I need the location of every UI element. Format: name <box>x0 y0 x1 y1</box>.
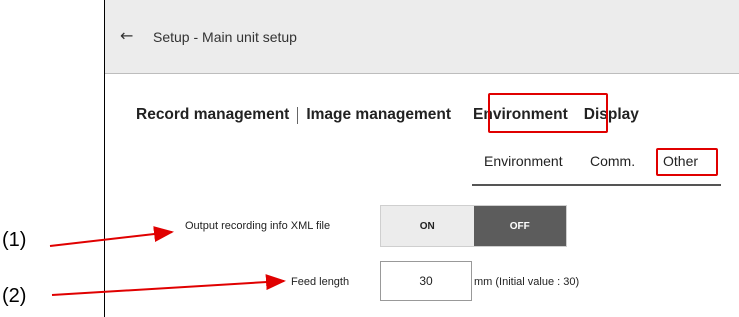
xml-output-toggle: ON OFF <box>380 205 567 247</box>
xml-output-label: Output recording info XML file <box>185 220 331 232</box>
callout-1: (1) <box>2 229 27 251</box>
setup-window: ← Setup - Main unit setup Record managem… <box>104 0 739 317</box>
tab-separator <box>297 106 299 124</box>
window-title: Setup - Main unit setup <box>153 29 297 45</box>
callout-2: (2) <box>2 285 27 307</box>
xml-output-on-button[interactable]: ON <box>381 206 474 246</box>
environment-tab-highlight <box>488 93 608 133</box>
back-arrow-icon[interactable]: ← <box>120 27 133 45</box>
subtab-comm[interactable]: Comm. <box>590 153 635 169</box>
feed-length-input[interactable]: 30 <box>380 261 472 301</box>
tab-image-management[interactable]: Image management <box>306 106 451 124</box>
title-bar: ← Setup - Main unit setup <box>105 0 739 74</box>
feed-length-label: Feed length <box>291 276 350 288</box>
tab-record-management[interactable]: Record management <box>136 106 289 124</box>
xml-output-off-button[interactable]: OFF <box>473 206 566 246</box>
feed-length-unit-note: mm (Initial value : 30) <box>474 276 580 288</box>
subtab-environment[interactable]: Environment <box>484 153 563 169</box>
other-subtab-highlight <box>656 148 718 176</box>
